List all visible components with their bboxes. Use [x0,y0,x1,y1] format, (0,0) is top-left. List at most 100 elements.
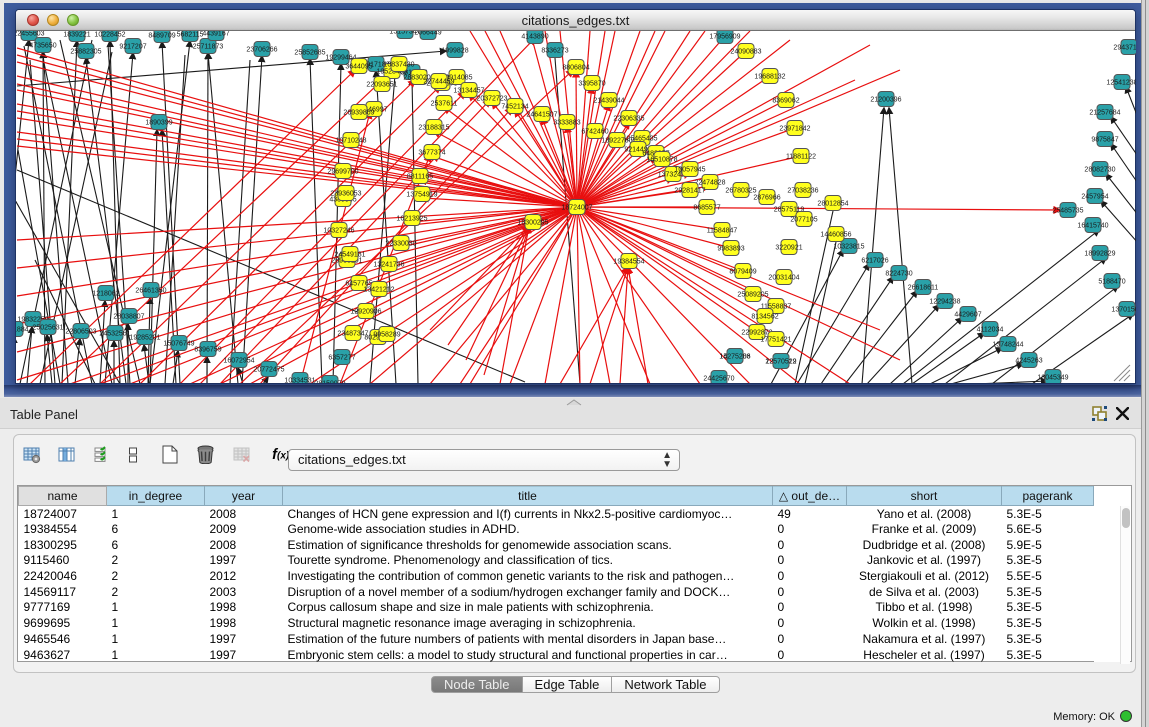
svg-text:22093651: 22093651 [366,82,397,89]
svg-text:24532561: 24532561 [99,331,130,338]
svg-text:22570529: 22570529 [765,359,796,366]
svg-text:12920906: 12920906 [350,309,381,316]
svg-text:11881122: 11881122 [786,154,816,161]
svg-text:22306335: 22306335 [613,116,644,123]
svg-text:28159979: 28159979 [314,381,345,384]
svg-text:10057945: 10057945 [674,167,705,174]
svg-text:22806503: 22806503 [65,329,96,336]
svg-text:13421212: 13421212 [363,287,394,294]
svg-text:2077105: 2077105 [790,217,817,224]
svg-text:14275203: 14275203 [719,354,750,361]
svg-text:24549181: 24549181 [334,252,365,259]
svg-text:25089205: 25089205 [737,292,768,299]
svg-text:13701506: 13701506 [1111,307,1136,314]
svg-text:10837430: 10837430 [383,62,414,69]
svg-text:25711873: 25711873 [193,44,224,51]
svg-text:8396759: 8396759 [194,347,221,354]
svg-text:23936053: 23936053 [330,191,361,198]
svg-text:3333883: 3333883 [553,120,580,127]
svg-text:19688132: 19688132 [754,74,785,81]
svg-text:29699700: 29699700 [327,169,358,176]
svg-text:26461350: 26461350 [135,288,166,295]
svg-text:16510878: 16510878 [646,157,677,164]
svg-text:18300295: 18300295 [517,220,548,227]
svg-text:23487347: 23487347 [337,331,368,338]
svg-text:17956909: 17956909 [709,34,740,41]
svg-text:22455603: 22455603 [16,31,45,38]
svg-text:8806804: 8806804 [562,65,589,72]
svg-text:15076749: 15076749 [163,341,194,348]
svg-text:8369062: 8369062 [772,98,799,105]
svg-text:2537611: 2537611 [431,101,458,108]
svg-text:1999828: 1999828 [441,48,468,55]
svg-text:19285201: 19285201 [129,335,160,342]
svg-text:23706266: 23706266 [246,47,277,54]
svg-text:16415740: 16415740 [1077,223,1108,230]
svg-text:1890399: 1890399 [145,120,172,127]
svg-text:23971842: 23971842 [779,126,810,133]
svg-text:1218062: 1218062 [92,291,119,298]
svg-text:29281417: 29281417 [674,188,705,195]
svg-text:5188470: 5188470 [1098,279,1125,286]
svg-text:23188315: 23188315 [418,125,449,132]
svg-text:20772475: 20772475 [253,367,284,374]
svg-text:24090883: 24090883 [730,49,761,56]
svg-text:27038236: 27038236 [787,188,818,195]
svg-text:2066449: 2066449 [414,31,441,37]
svg-text:20372723: 20372723 [476,96,507,103]
svg-text:21439044: 21439044 [593,98,624,105]
svg-text:5682115: 5682115 [177,32,204,39]
svg-text:26939869: 26939869 [343,110,374,117]
svg-text:10323815: 10323815 [833,244,864,251]
svg-text:25485735: 25485735 [1052,208,1083,215]
svg-text:8224730: 8224730 [885,271,912,278]
svg-text:13241736: 13241736 [373,262,404,269]
svg-text:8489709: 8489709 [148,33,175,40]
svg-text:9983893: 9983893 [717,246,744,253]
svg-text:6742460: 6742460 [581,129,608,136]
svg-text:13134457: 13134457 [453,88,484,95]
svg-text:10327246: 10327246 [323,228,354,235]
svg-text:28012854: 28012854 [817,201,848,208]
svg-text:13754919: 13754919 [406,192,437,199]
svg-text:13748244: 13748244 [992,342,1023,349]
svg-text:12541238: 12541238 [1106,80,1136,87]
svg-text:25852685: 25852685 [294,50,325,57]
svg-text:24641507: 24641507 [526,112,557,119]
svg-text:11584847: 11584847 [707,228,738,235]
svg-text:17751421: 17751421 [760,337,791,344]
svg-text:22474828: 22474828 [694,180,725,187]
svg-text:20031404: 20031404 [768,275,799,282]
svg-text:8685577: 8685577 [693,205,720,212]
svg-text:16213925: 16213925 [396,216,427,223]
svg-text:8079409: 8079409 [729,269,756,276]
svg-text:2876966: 2876966 [753,195,780,202]
svg-text:18724007: 18724007 [561,205,592,212]
svg-text:10710248: 10710248 [335,138,366,145]
svg-text:28082730: 28082730 [1084,167,1115,174]
svg-text:6217026: 6217026 [861,258,888,265]
svg-text:16072954: 16072954 [223,358,254,365]
svg-text:8811165: 8811165 [407,174,433,181]
svg-text:7452134: 7452134 [501,104,528,111]
svg-text:25882305: 25882305 [70,49,101,56]
svg-text:24425670: 24425670 [703,376,734,383]
svg-text:8336273: 8336273 [541,48,568,55]
svg-text:8134562: 8134562 [751,314,778,321]
svg-text:22744459: 22744459 [423,79,454,86]
svg-text:7671884: 7671884 [16,327,29,334]
svg-text:26618611: 26618611 [908,285,939,292]
svg-text:4245263: 4245263 [1015,358,1042,365]
svg-text:18992829: 18992829 [1084,251,1115,258]
svg-text:21200396: 21200396 [870,97,901,104]
svg-text:4439167: 4439167 [202,31,229,38]
svg-text:12294238: 12294238 [929,299,960,306]
svg-text:9217207: 9217207 [119,44,146,51]
svg-text:19384554: 19384554 [613,259,644,266]
svg-text:21257684: 21257684 [1089,110,1120,117]
svg-text:4143890: 4143890 [521,34,548,41]
svg-text:9875847: 9875847 [1091,137,1118,144]
svg-text:10334531: 10334531 [284,378,315,384]
svg-text:3677374: 3677374 [418,150,445,157]
svg-text:14460856: 14460856 [820,232,851,239]
